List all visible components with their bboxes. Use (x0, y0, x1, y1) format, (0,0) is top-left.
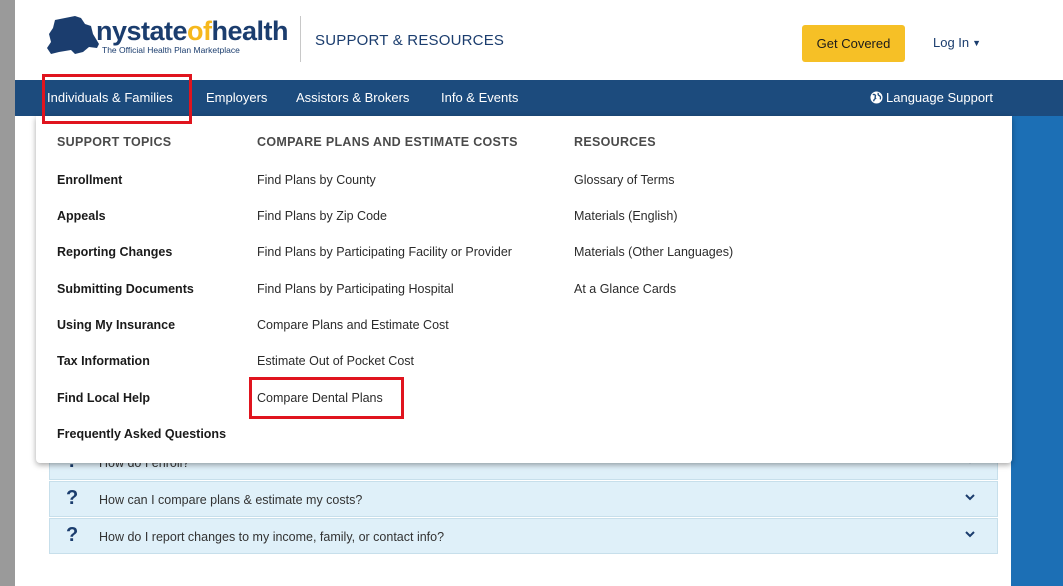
globe-icon (870, 91, 883, 104)
nav-individuals-families[interactable]: Individuals & Families (47, 90, 173, 105)
language-support-label: Language Support (886, 90, 993, 105)
faq-question: How can I compare plans & estimate my co… (99, 493, 363, 507)
header-divider (300, 16, 301, 62)
link-materials-english[interactable]: Materials (English) (574, 209, 678, 223)
link-appeals[interactable]: Appeals (57, 209, 106, 223)
link-estimate-oop[interactable]: Estimate Out of Pocket Cost (257, 354, 414, 368)
mega-menu-dropdown: SUPPORT TOPICS Enrollment Appeals Report… (36, 116, 1012, 463)
ny-state-map-icon (47, 16, 99, 54)
link-enrollment[interactable]: Enrollment (57, 173, 122, 187)
question-mark-icon: ? (66, 524, 79, 546)
caret-down-icon: ▼ (972, 38, 982, 48)
link-find-plans-hospital[interactable]: Find Plans by Participating Hospital (257, 282, 454, 296)
chevron-down-icon (965, 531, 975, 538)
link-compare-plans-estimate[interactable]: Compare Plans and Estimate Cost (257, 318, 449, 332)
nav-assistors-brokers[interactable]: Assistors & Brokers (296, 90, 409, 105)
nav-info-events[interactable]: Info & Events (441, 90, 518, 105)
faq-item[interactable]: ? How do I report changes to my income, … (49, 518, 998, 554)
link-find-plans-provider[interactable]: Find Plans by Participating Facility or … (257, 245, 512, 259)
link-compare-dental-plans[interactable]: Compare Dental Plans (257, 391, 383, 405)
link-using-my-insurance[interactable]: Using My Insurance (57, 318, 175, 332)
chevron-down-icon (965, 494, 975, 501)
link-at-a-glance-cards[interactable]: At a Glance Cards (574, 282, 676, 296)
question-mark-icon: ? (66, 487, 79, 509)
site-header: nystateofhealth The Official Health Plan… (15, 0, 1063, 80)
resources-heading: RESOURCES (574, 135, 656, 149)
faq-item[interactable]: ? How can I compare plans & estimate my … (49, 481, 998, 517)
login-menu[interactable]: Log In ▼ (933, 35, 981, 50)
faq-question: How do I report changes to my income, fa… (99, 530, 445, 544)
section-title[interactable]: SUPPORT & RESOURCES (315, 32, 504, 49)
support-topics-heading: SUPPORT TOPICS (57, 135, 172, 149)
login-label: Log In (933, 35, 970, 50)
link-faq[interactable]: Frequently Asked Questions (57, 427, 226, 441)
get-covered-button[interactable]: Get Covered (802, 25, 905, 62)
link-find-plans-county[interactable]: Find Plans by County (257, 173, 376, 187)
side-banner (1011, 116, 1063, 586)
link-glossary[interactable]: Glossary of Terms (574, 173, 675, 187)
link-materials-other[interactable]: Materials (Other Languages) (574, 245, 733, 259)
brand-wordmark: nystateofhealth (96, 16, 289, 46)
link-find-plans-zip[interactable]: Find Plans by Zip Code (257, 209, 387, 223)
compare-plans-heading: COMPARE PLANS AND ESTIMATE COSTS (257, 135, 518, 149)
brand-tagline: The Official Health Plan Marketplace (102, 45, 240, 55)
link-tax-information[interactable]: Tax Information (57, 354, 150, 368)
page-frame: nystateofhealth The Official Health Plan… (15, 0, 1063, 586)
link-reporting-changes[interactable]: Reporting Changes (57, 245, 172, 259)
main-nav: Individuals & Families Employers Assisto… (15, 80, 1063, 116)
language-support-link[interactable]: Language Support (870, 90, 993, 105)
nystateofhealth-logo[interactable]: nystateofhealth The Official Health Plan… (45, 12, 315, 68)
nav-employers[interactable]: Employers (206, 90, 267, 105)
link-find-local-help[interactable]: Find Local Help (57, 391, 150, 405)
link-submitting-documents[interactable]: Submitting Documents (57, 282, 194, 296)
